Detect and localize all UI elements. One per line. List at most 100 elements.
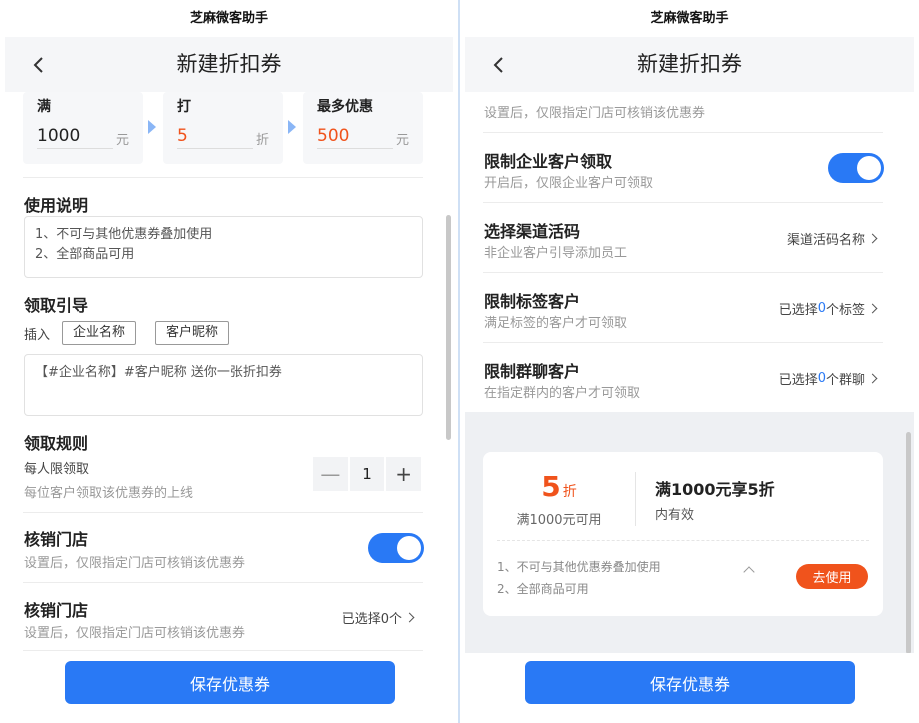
channel-code-value: 渠道活码名称: [786, 233, 865, 248]
coupon-desc-line: 2、全部商品可用: [497, 582, 589, 596]
full-unit: 元: [115, 133, 129, 148]
limit-value[interactable]: 1: [349, 457, 385, 491]
max-discount-box: 最多优惠 500 元: [303, 92, 423, 164]
discount-rate-input[interactable]: 5: [177, 126, 188, 146]
chevron-up-icon[interactable]: [743, 566, 755, 578]
usage-line: 1、不可与其他优惠券叠加使用: [35, 227, 213, 242]
discount-rate-box: 打 5 折: [163, 92, 283, 164]
limit-group-title: 限制群聊客户: [484, 362, 581, 381]
coupon-value-block: 5折 满1000元可用: [483, 452, 635, 540]
coupon-title: 满1000元享5折: [655, 480, 775, 499]
channel-code-sub: 非企业客户引导添加员工: [484, 246, 628, 261]
coupon-divider: [635, 472, 636, 526]
chevron-right-icon: [867, 233, 878, 244]
footer: 保存优惠券: [0, 653, 458, 723]
max-label: 最多优惠: [317, 99, 373, 115]
insert-customer-nickname-button[interactable]: 客户昵称: [155, 321, 230, 345]
chevron-right-icon: [867, 303, 878, 314]
tag-prefix: 已选择: [778, 303, 818, 318]
limit-enterprise-toggle[interactable]: [828, 153, 884, 183]
chevron-right-icon: [867, 373, 878, 384]
tag-count: 0: [817, 301, 826, 316]
app-title: 芝麻微客助手: [460, 0, 919, 37]
divider: [23, 177, 423, 178]
full-amount-box: 满 1000 元: [23, 92, 143, 164]
divider: [483, 272, 883, 273]
store-toggle-switch[interactable]: [368, 533, 424, 563]
triangle-right-icon: [148, 120, 156, 134]
limit-group-sub: 在指定群内的客户才可领取: [484, 386, 641, 401]
footer: 保存优惠券: [460, 653, 919, 723]
tag-suffix: 个标签: [825, 303, 865, 318]
chevron-left-icon: [33, 56, 43, 73]
save-coupon-button[interactable]: 保存优惠券: [525, 661, 855, 704]
store-toggle-sub: 设置后，仅限指定门店可核销该优惠券: [24, 556, 246, 571]
usage-title: 使用说明: [24, 196, 89, 215]
store-hint: 设置后，仅限指定门店可核销该优惠券: [484, 106, 706, 121]
group-count: 0: [817, 371, 826, 386]
limit-group-link[interactable]: 已选择 0 个群聊: [778, 369, 878, 388]
divider: [23, 650, 423, 651]
form-content: 满 1000 元 打 5 折 最多优惠 500 元 使用说明 1、不可与其他优惠…: [5, 92, 453, 653]
chevron-right-icon: [404, 612, 415, 623]
group-suffix: 个群聊: [825, 373, 865, 388]
max-discount-input[interactable]: 500: [317, 126, 349, 146]
page-title: 新建折扣券: [637, 52, 742, 76]
page-title: 新建折扣券: [176, 52, 282, 76]
nav-bar: 新建折扣券: [465, 37, 914, 92]
channel-code-link[interactable]: 渠道活码名称: [786, 229, 878, 248]
store-select-value: 已选择0个: [341, 612, 402, 627]
coupon-value: 5折: [483, 470, 635, 503]
quantity-stepper: — 1 +: [313, 457, 422, 491]
form-content: 设置后，仅限指定门店可核销该优惠券 限制企业客户领取 开启后，仅限企业客户可领取…: [465, 92, 914, 653]
coupon-unit: 折: [562, 484, 577, 500]
triangle-right-icon: [288, 120, 296, 134]
coupon-desc-line: 1、不可与其他优惠券叠加使用: [497, 560, 661, 574]
group-prefix: 已选择: [778, 373, 818, 388]
limit-tag-link[interactable]: 已选择 0 个标签: [778, 299, 878, 318]
usage-textarea[interactable]: 1、不可与其他优惠券叠加使用 2、全部商品可用: [24, 216, 423, 278]
insert-label: 插入: [24, 328, 51, 343]
back-button[interactable]: [479, 37, 519, 92]
guide-text: 【#企业名称】#客户昵称 送你一张折扣券: [35, 365, 282, 380]
input-underline: [37, 148, 113, 149]
insert-company-name-button[interactable]: 企业名称: [62, 321, 137, 345]
scrollbar-thumb[interactable]: [446, 215, 451, 440]
input-underline: [177, 148, 253, 149]
store-toggle-title: 核销门店: [24, 530, 89, 549]
back-button[interactable]: [19, 37, 59, 92]
app-title: 芝麻微客助手: [0, 0, 458, 37]
use-coupon-button[interactable]: 去使用: [796, 564, 868, 589]
rate-label: 打: [177, 99, 191, 115]
per-limit-hint: 每位客户领取该优惠券的上线: [24, 486, 194, 501]
chevron-left-icon: [493, 56, 503, 73]
save-coupon-button[interactable]: 保存优惠券: [65, 661, 395, 704]
discount-settings: 满 1000 元 打 5 折 最多优惠 500 元: [23, 92, 423, 164]
left-phone-screen: 芝麻微客助手 新建折扣券 满 1000 元 打 5 折 最多优惠 500 元 使…: [0, 0, 458, 723]
usage-line: 2、全部商品可用: [35, 247, 135, 262]
divider: [483, 342, 883, 343]
plus-button[interactable]: +: [386, 457, 422, 491]
divider: [23, 512, 423, 513]
guide-textarea[interactable]: 【#企业名称】#客户昵称 送你一张折扣券: [24, 354, 423, 416]
store-select-link[interactable]: 已选择0个: [341, 608, 415, 627]
right-phone-screen: 芝麻微客助手 新建折扣券 设置后，仅限指定门店可核销该优惠券 限制企业客户领取 …: [460, 0, 919, 723]
scrollbar-thumb[interactable]: [906, 432, 911, 654]
per-limit-label: 每人限领取: [24, 462, 90, 477]
channel-code-title: 选择渠道活码: [484, 222, 581, 241]
coupon-rate: 5: [541, 470, 561, 503]
rule-title: 领取规则: [24, 434, 89, 453]
full-label: 满: [37, 99, 51, 115]
store-select-title: 核销门店: [24, 601, 89, 620]
coupon-validity: 内有效: [655, 508, 695, 523]
guide-title: 领取引导: [24, 296, 89, 315]
limit-enterprise-title: 限制企业客户领取: [484, 152, 613, 171]
minus-button[interactable]: —: [313, 457, 348, 491]
limit-tag-sub: 满足标签的客户才可领取: [484, 316, 628, 331]
limit-enterprise-sub: 开启后，仅限企业客户可领取: [484, 176, 654, 191]
divider: [23, 582, 423, 583]
rate-unit: 折: [255, 133, 269, 148]
full-amount-input[interactable]: 1000: [37, 126, 80, 146]
coupon-preview-area: 5折 满1000元可用 满1000元享5折 内有效 1、不可与其他优惠券叠加使用…: [465, 412, 914, 653]
store-select-sub: 设置后，仅限指定门店可核销该优惠券: [24, 626, 246, 641]
